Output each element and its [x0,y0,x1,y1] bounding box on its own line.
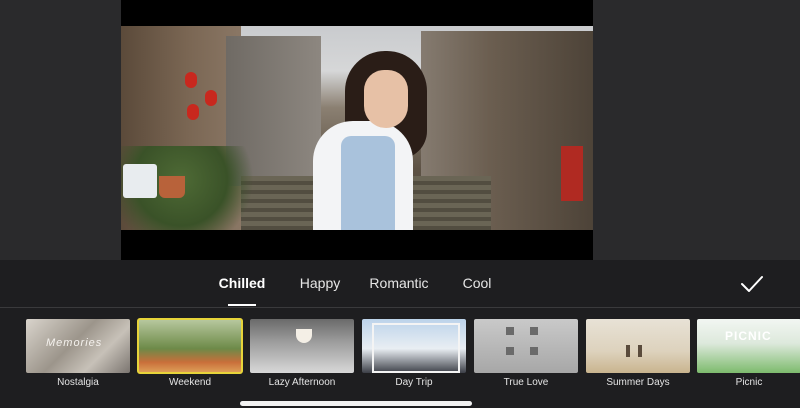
window-graphic [530,327,538,335]
scene-person-face [364,70,408,128]
person-graphic [638,345,642,357]
filter-item-nostalgia[interactable]: Memories Nostalgia [26,319,130,401]
thumbnail-text: Memories [46,337,103,349]
active-tab-indicator [228,304,256,306]
filter-item-lazy-afternoon[interactable]: Lazy Afternoon [250,319,354,401]
filter-thumbnail [250,319,354,373]
scene-red-lantern [205,90,217,106]
filter-item-summer-days[interactable]: Summer Days [586,319,690,401]
filter-label: Lazy Afternoon [268,377,336,388]
tab-happy[interactable]: Happy [290,260,350,307]
thumbnail-text: PICNIC [725,329,772,343]
scene-person-overall [341,136,395,230]
filter-item-weekend[interactable]: Weekend [137,318,243,401]
confirm-button[interactable] [738,270,766,298]
scene-red-sign [561,146,583,201]
filter-label: True Love [503,377,549,388]
photo-frame-graphic [372,323,460,373]
scene-flower-pot [159,176,185,198]
video-preview[interactable] [121,0,593,260]
filter-list[interactable]: Memories Nostalgia Weekend Lazy Afternoo… [0,308,800,408]
filter-thumbnail [137,318,243,374]
tab-cool[interactable]: Cool [452,260,502,307]
tab-romantic[interactable]: Romantic [362,260,436,307]
filter-item-true-love[interactable]: True Love [474,319,578,401]
filter-label: Picnic [735,377,763,388]
filter-thumbnail [474,319,578,373]
filter-thumbnail [586,319,690,373]
filter-label: Day Trip [395,377,433,388]
scene-bucket [123,164,157,198]
scene-red-lantern [185,72,197,88]
filter-item-picnic[interactable]: PICNIC Picnic [697,319,800,401]
window-graphic [506,327,514,335]
video-frame [121,26,593,230]
filter-thumbnail: PICNIC [697,319,800,373]
scene-red-lantern [187,104,199,120]
window-graphic [530,347,538,355]
filter-thumbnail: Memories [26,319,130,373]
window-graphic [506,347,514,355]
checkmark-icon [741,276,763,292]
filter-category-tabs: Chilled Happy Romantic Cool [0,260,800,308]
person-graphic [626,345,630,357]
filter-label: Weekend [168,377,212,388]
filter-label: Summer Days [606,377,670,388]
filter-item-day-trip[interactable]: Day Trip [362,319,466,401]
coffee-cup-icon [296,329,312,343]
filter-label: Nostalgia [57,377,99,388]
video-preview-area [0,0,800,260]
tab-chilled[interactable]: Chilled [212,260,272,307]
filter-thumbnail [362,319,466,373]
home-indicator[interactable] [240,401,472,406]
